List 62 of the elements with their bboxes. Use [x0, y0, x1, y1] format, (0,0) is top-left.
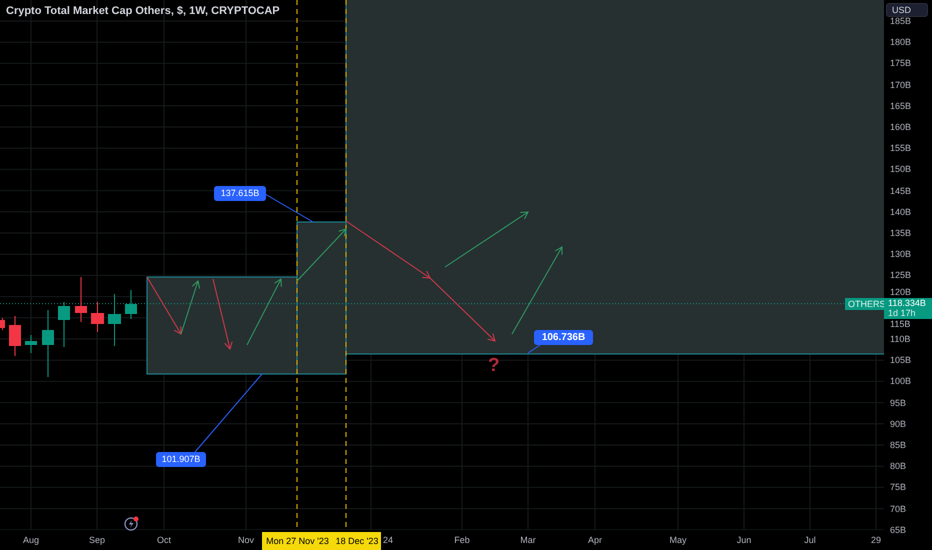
price-callout: 106.736B	[534, 330, 593, 345]
price-tick: 140B	[890, 206, 912, 217]
arrow	[430, 278, 496, 342]
price-tick: 80B	[890, 461, 906, 472]
price-tick: 70B	[890, 504, 906, 514]
price-tick: 135B	[890, 228, 912, 238]
price-tick: 120B	[890, 286, 912, 297]
countdown-text: 1d 17h	[888, 308, 917, 318]
price-tick: 155B	[890, 143, 912, 154]
price-tick: 125B	[890, 270, 912, 280]
price-tick: 165B	[890, 100, 912, 111]
time-tick: 24	[383, 535, 393, 546]
candlestick	[25, 334, 37, 354]
arrow	[246, 278, 282, 346]
question-mark: ?	[488, 356, 500, 376]
time-tick: Sep	[89, 535, 105, 546]
price-tick: 115B	[890, 318, 910, 329]
price-tick: 150B	[890, 164, 912, 174]
date-label: 18 Dec '23	[333, 532, 381, 550]
price-tick: 105B	[890, 355, 912, 366]
date-label: Mon 27 Nov '23	[262, 532, 333, 550]
candlestick	[108, 294, 121, 346]
price-tick: 130B	[890, 249, 912, 260]
chart-title: Crypto Total Market Cap Others, $, 1W, CRYPTOCAP	[6, 4, 280, 19]
candlestick	[0, 318, 5, 330]
lightning-icon[interactable]	[124, 516, 139, 531]
price-callout: 137.615B	[214, 186, 266, 201]
arrow	[212, 278, 233, 350]
candlestick	[58, 302, 70, 348]
price-tick: 100B	[890, 376, 912, 386]
price-tick: 145B	[890, 186, 912, 196]
time-tick: 29	[871, 535, 881, 546]
price-tick: 90B	[890, 418, 906, 429]
time-tick: Jul	[804, 535, 816, 546]
price-tick: 110B	[890, 334, 910, 344]
price-tick: 175B	[890, 58, 912, 68]
currency-button[interactable]: USD	[886, 3, 928, 17]
price-tick: 180B	[890, 37, 912, 48]
time-tick: Mar	[520, 535, 536, 546]
time-tick: Jun	[736, 535, 752, 546]
leader-line	[264, 194, 314, 222]
price-callout: 101.907B	[156, 452, 206, 467]
time-tick: Nov	[238, 535, 254, 546]
candlestick	[91, 302, 104, 332]
price-tick: 160B	[890, 122, 912, 132]
time-tick: Apr	[588, 535, 602, 546]
price-tick: 65B	[890, 524, 906, 535]
time-tick: Aug	[23, 535, 39, 546]
price-text: 118.334B	[888, 298, 927, 308]
candlestick	[9, 316, 21, 356]
candlestick	[75, 276, 87, 322]
price-tick: 75B	[890, 482, 906, 492]
price-tick: 85B	[890, 440, 906, 450]
price-tick: 185B	[890, 16, 912, 26]
candlestick	[125, 290, 137, 320]
time-tick: May	[670, 535, 686, 546]
leader-line	[528, 344, 540, 354]
price-tick: 95B	[890, 398, 906, 408]
time-tick: Oct	[157, 535, 171, 546]
price-tick: 170B	[890, 80, 912, 90]
candlestick	[42, 310, 54, 378]
time-tick: Feb	[454, 535, 470, 546]
